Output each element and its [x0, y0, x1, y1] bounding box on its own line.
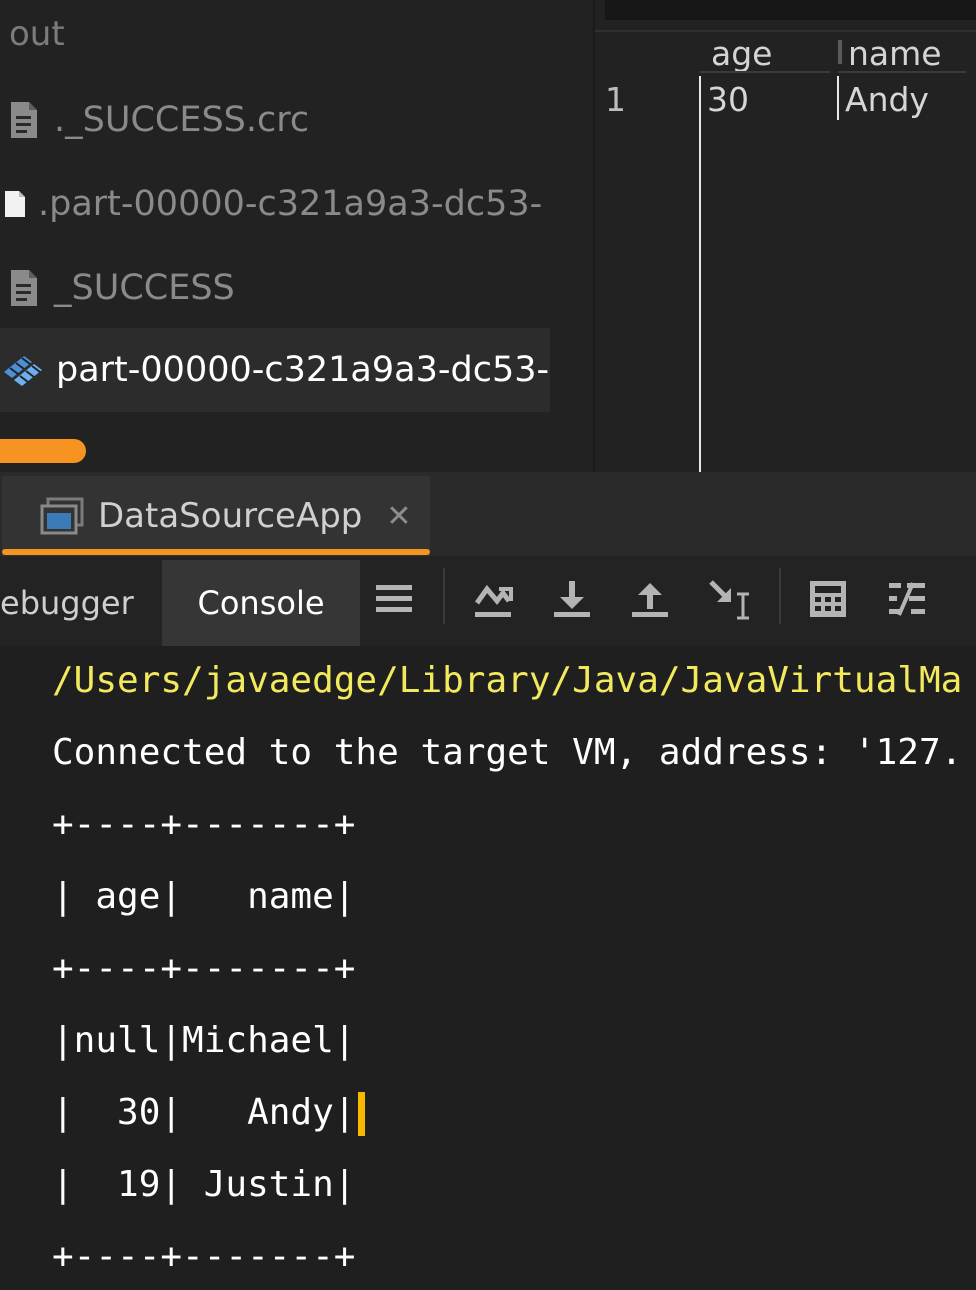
text-file-icon [0, 96, 48, 144]
active-tab-indicator [2, 549, 430, 555]
step-over-download-icon[interactable] [549, 576, 595, 622]
console-line-table-row: |null|Michael| [52, 1020, 356, 1061]
folder-out-label[interactable]: out [9, 14, 65, 54]
column-resize-handle[interactable] [838, 40, 842, 64]
tree-item-part-crc[interactable]: .part-00000-c321a9a3-dc53- [0, 162, 550, 246]
close-icon[interactable]: ✕ [386, 499, 411, 534]
run-config-tab[interactable]: DataSourceApp ✕ [2, 476, 430, 556]
column-header-age[interactable]: age [711, 34, 772, 73]
step-out-upload-icon[interactable] [627, 576, 673, 622]
show-execution-point-icon[interactable] [470, 576, 516, 622]
console-line-table-header: | age| name| [52, 876, 356, 917]
text-file-icon [0, 264, 48, 312]
console-output[interactable]: /Users/javaedge/Library/Java/JavaVirtual… [0, 646, 976, 1290]
tree-item-success[interactable]: _SUCCESS [0, 246, 550, 330]
console-line-table-border: +----+-------+ [52, 948, 356, 989]
console-line-java-path: /Users/javaedge/Library/Java/JavaVirtual… [52, 660, 963, 701]
console-line-table-row: | 19| Justin| [52, 1164, 356, 1205]
console-line-connected: Connected to the target VM, address: '12… [52, 732, 963, 773]
divider [595, 30, 976, 32]
cell-age[interactable]: 30 [707, 80, 749, 119]
divider [700, 71, 830, 73]
console-line-table-border: +----+-------+ [52, 804, 356, 845]
tab-debugger[interactable]: ebugger [0, 560, 160, 646]
tree-item-label: ._SUCCESS.crc [54, 100, 310, 140]
toolbar-separator [779, 568, 781, 624]
data-viewer-panel: age name 1 30 Andy [593, 0, 976, 472]
divider [838, 71, 966, 73]
viewer-toolbar [605, 0, 976, 20]
cell-cursor [837, 76, 839, 120]
tab-console[interactable]: Console [162, 560, 360, 646]
blank-file-icon [0, 180, 30, 228]
run-to-cursor-icon[interactable] [706, 576, 752, 622]
column-gridline [699, 76, 701, 472]
console-line-table-border: +----+-------+ [52, 1236, 356, 1277]
project-tree-panel: out ._SUCCESS.crc .part-00000-c321a9a3-d… [0, 0, 593, 472]
tree-item-part-parquet[interactable]: part-00000-c321a9a3-dc53- [0, 328, 550, 412]
evaluate-expression-calculator-icon[interactable] [805, 576, 851, 622]
list-menu-icon[interactable] [371, 576, 417, 622]
trace-settings-icon[interactable] [884, 576, 930, 622]
row-number: 1 [605, 80, 626, 119]
tree-item-success-crc[interactable]: ._SUCCESS.crc [0, 78, 550, 162]
column-header-name[interactable]: name [848, 34, 942, 73]
run-tab-label: DataSourceApp [98, 496, 363, 536]
cell-name[interactable]: Andy [845, 80, 929, 119]
tree-item-label: .part-00000-c321a9a3-dc53- [38, 184, 543, 224]
tree-item-label: part-00000-c321a9a3-dc53- [56, 350, 550, 390]
console-line-table-row: | 30| Andy| [52, 1092, 356, 1133]
horizontal-scrollbar-thumb[interactable] [0, 439, 86, 463]
console-window-icon [40, 497, 84, 535]
toolbar-separator [443, 568, 445, 624]
parquet-file-icon [0, 346, 48, 394]
tree-item-label: _SUCCESS [54, 268, 235, 308]
text-caret [358, 1092, 365, 1136]
